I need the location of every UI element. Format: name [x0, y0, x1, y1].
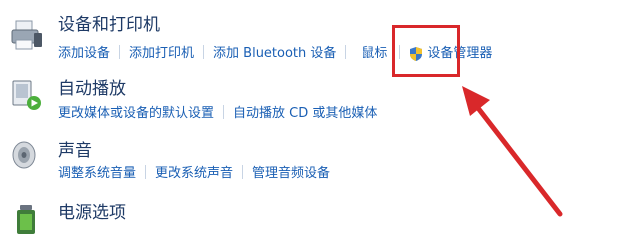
add-device-link[interactable]: 添加设备 [58, 42, 110, 61]
section-title[interactable]: 声音 [58, 136, 92, 161]
separator [223, 104, 225, 119]
add-bluetooth-device-link[interactable]: 添加 Bluetooth 设备 [213, 42, 336, 61]
separator [242, 164, 244, 179]
adjust-volume-link[interactable]: 调整系统音量 [58, 162, 136, 181]
section-title[interactable]: 自动播放 [58, 74, 126, 99]
speaker-icon [12, 141, 36, 169]
separator [203, 44, 205, 59]
section-sound: 声音 调整系统音量 更改系统声音 管理音频设备 [0, 132, 642, 188]
printer-icon [11, 20, 42, 50]
change-system-sounds-link[interactable]: 更改系统声音 [155, 162, 233, 181]
section-autoplay: 自动播放 更改媒体或设备的默认设置 自动播放 CD 或其他媒体 [0, 70, 642, 126]
add-printer-link[interactable]: 添加打印机 [129, 42, 194, 61]
separator [145, 164, 147, 179]
mouse-link[interactable]: 鼠标 [361, 42, 387, 61]
section-power-options: 电源选项 [0, 192, 642, 251]
section-title[interactable]: 电源选项 [58, 198, 126, 223]
autoplay-cd-link[interactable]: 自动播放 CD 或其他媒体 [233, 102, 377, 121]
section-title[interactable]: 设备和打印机 [58, 10, 160, 35]
highlight-box [392, 25, 460, 77]
link-row: 调整系统音量 更改系统声音 管理音频设备 [58, 162, 330, 181]
change-media-defaults-link[interactable]: 更改媒体或设备的默认设置 [58, 102, 214, 121]
separator [119, 44, 121, 59]
power-icon [17, 205, 35, 234]
link-row: 更改媒体或设备的默认设置 自动播放 CD 或其他媒体 [58, 102, 377, 121]
manage-audio-devices-link[interactable]: 管理音频设备 [252, 162, 330, 181]
section-devices-printers: 设备和打印机 添加设备 添加打印机 添加 Bluetooth 设备 鼠标 设备管… [0, 8, 642, 68]
autoplay-icon [12, 80, 41, 110]
separator [345, 44, 347, 59]
